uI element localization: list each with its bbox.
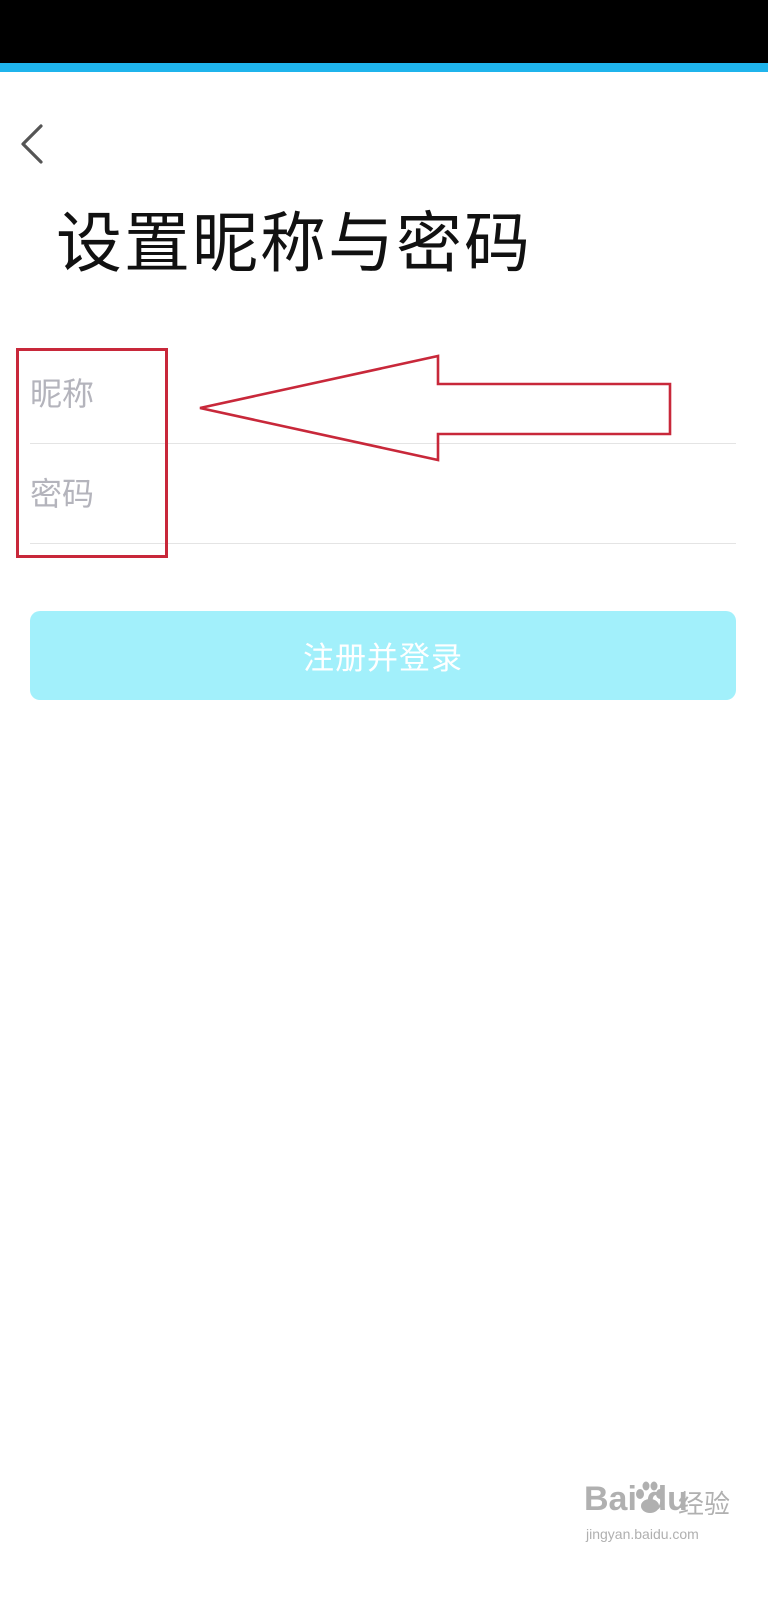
watermark-brand: Bai du (584, 1480, 688, 1518)
baidu-jingyan-watermark: Bai du 经验 jingyan.baidu.com (584, 1478, 734, 1550)
paw-icon (636, 1481, 664, 1513)
watermark-brand-cn: 经验 (678, 1490, 731, 1520)
register-login-button[interactable]: 注册并登录 (30, 611, 736, 700)
header-accent-line (0, 63, 768, 72)
register-page: 设置昵称与密码 注册并登录 Bai du 经验 jingyan.baidu.co… (0, 0, 768, 1600)
watermark-url: jingyan.baidu.com (586, 1526, 699, 1542)
nickname-field[interactable] (30, 344, 736, 444)
nickname-input[interactable] (30, 344, 736, 443)
password-field[interactable] (30, 444, 736, 544)
page-title: 设置昵称与密码 (56, 205, 532, 282)
password-input[interactable] (30, 444, 736, 543)
chevron-left-icon (21, 124, 43, 164)
back-button[interactable] (10, 118, 54, 170)
status-bar (0, 0, 768, 63)
